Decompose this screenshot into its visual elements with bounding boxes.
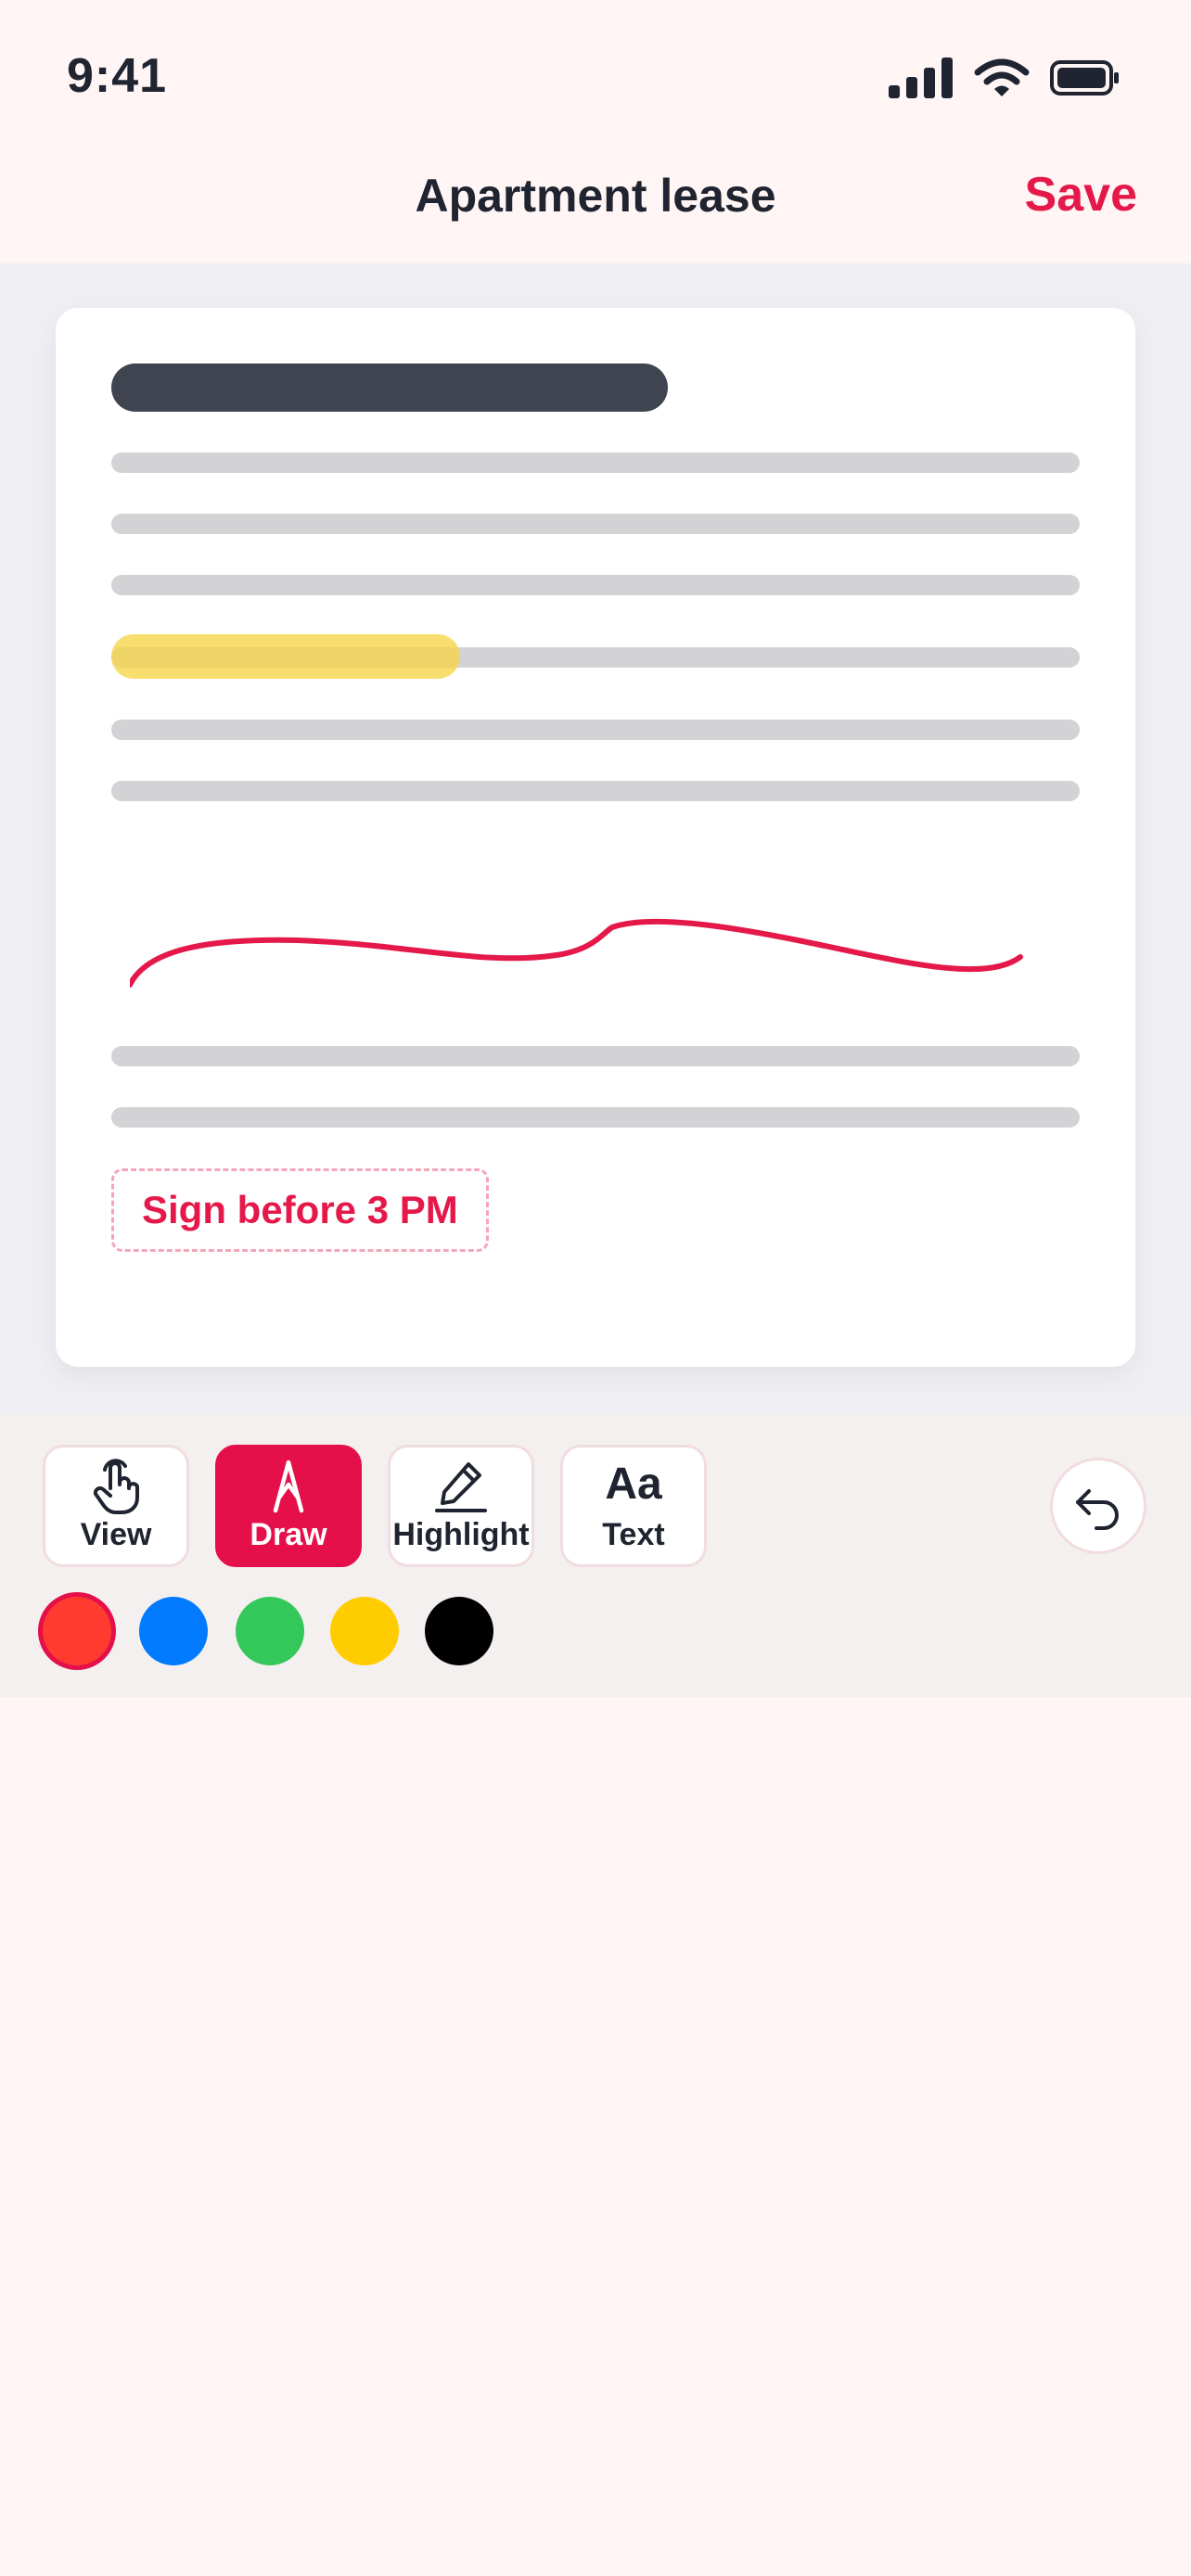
document-title-placeholder xyxy=(111,363,668,412)
compass-pen-icon xyxy=(273,1460,304,1513)
tool-label: Highlight xyxy=(392,1517,530,1552)
text-note-annotation[interactable]: Sign before 3 PM xyxy=(111,1168,489,1252)
document-text-line xyxy=(111,1107,1080,1128)
document-text-line xyxy=(111,720,1080,740)
tool-label: Text xyxy=(602,1517,665,1552)
wifi-icon xyxy=(974,58,1030,96)
status-bar: 9:41 xyxy=(0,0,1191,148)
tool-label: Draw xyxy=(250,1517,327,1552)
color-swatch-black[interactable] xyxy=(425,1597,493,1665)
canvas-area[interactable]: Sign before 3 PM xyxy=(0,263,1191,1413)
color-swatch-green[interactable] xyxy=(236,1597,304,1665)
highlight-annotation[interactable] xyxy=(111,634,460,679)
annotation-toolbar: View Draw Highlight Aa Text xyxy=(0,1413,1191,1697)
tool-label: View xyxy=(80,1517,152,1552)
signature-stroke[interactable] xyxy=(130,883,1095,1013)
text-aa-icon: Aa xyxy=(605,1460,662,1509)
status-time: 9:41 xyxy=(67,49,168,103)
highlight-tool-button[interactable]: Highlight xyxy=(388,1445,534,1567)
draw-tool-button[interactable]: Draw xyxy=(215,1445,362,1567)
document-text-line xyxy=(111,781,1080,801)
pencil-icon xyxy=(435,1462,487,1512)
undo-button[interactable] xyxy=(1050,1458,1146,1554)
document-text-line xyxy=(111,1046,1080,1066)
document-text-line xyxy=(111,453,1080,473)
color-swatch-red[interactable] xyxy=(43,1597,111,1665)
document-text-line xyxy=(111,575,1080,595)
document-text-line xyxy=(111,514,1080,534)
document-page[interactable]: Sign before 3 PM xyxy=(56,308,1135,1367)
view-tool-button[interactable]: View xyxy=(43,1445,189,1567)
nav-bar: Apartment lease Save xyxy=(0,148,1191,263)
cellular-signal-icon xyxy=(889,57,953,98)
battery-icon xyxy=(1050,60,1119,96)
save-button[interactable]: Save xyxy=(1025,167,1137,223)
color-swatch-yellow[interactable] xyxy=(330,1597,399,1665)
undo-icon xyxy=(1076,1489,1119,1530)
text-tool-button[interactable]: Aa Text xyxy=(560,1445,707,1567)
color-swatch-blue[interactable] xyxy=(139,1597,208,1665)
hand-pointer-icon xyxy=(93,1459,139,1514)
status-icons xyxy=(889,56,1121,100)
page-title: Apartment lease xyxy=(415,170,776,222)
